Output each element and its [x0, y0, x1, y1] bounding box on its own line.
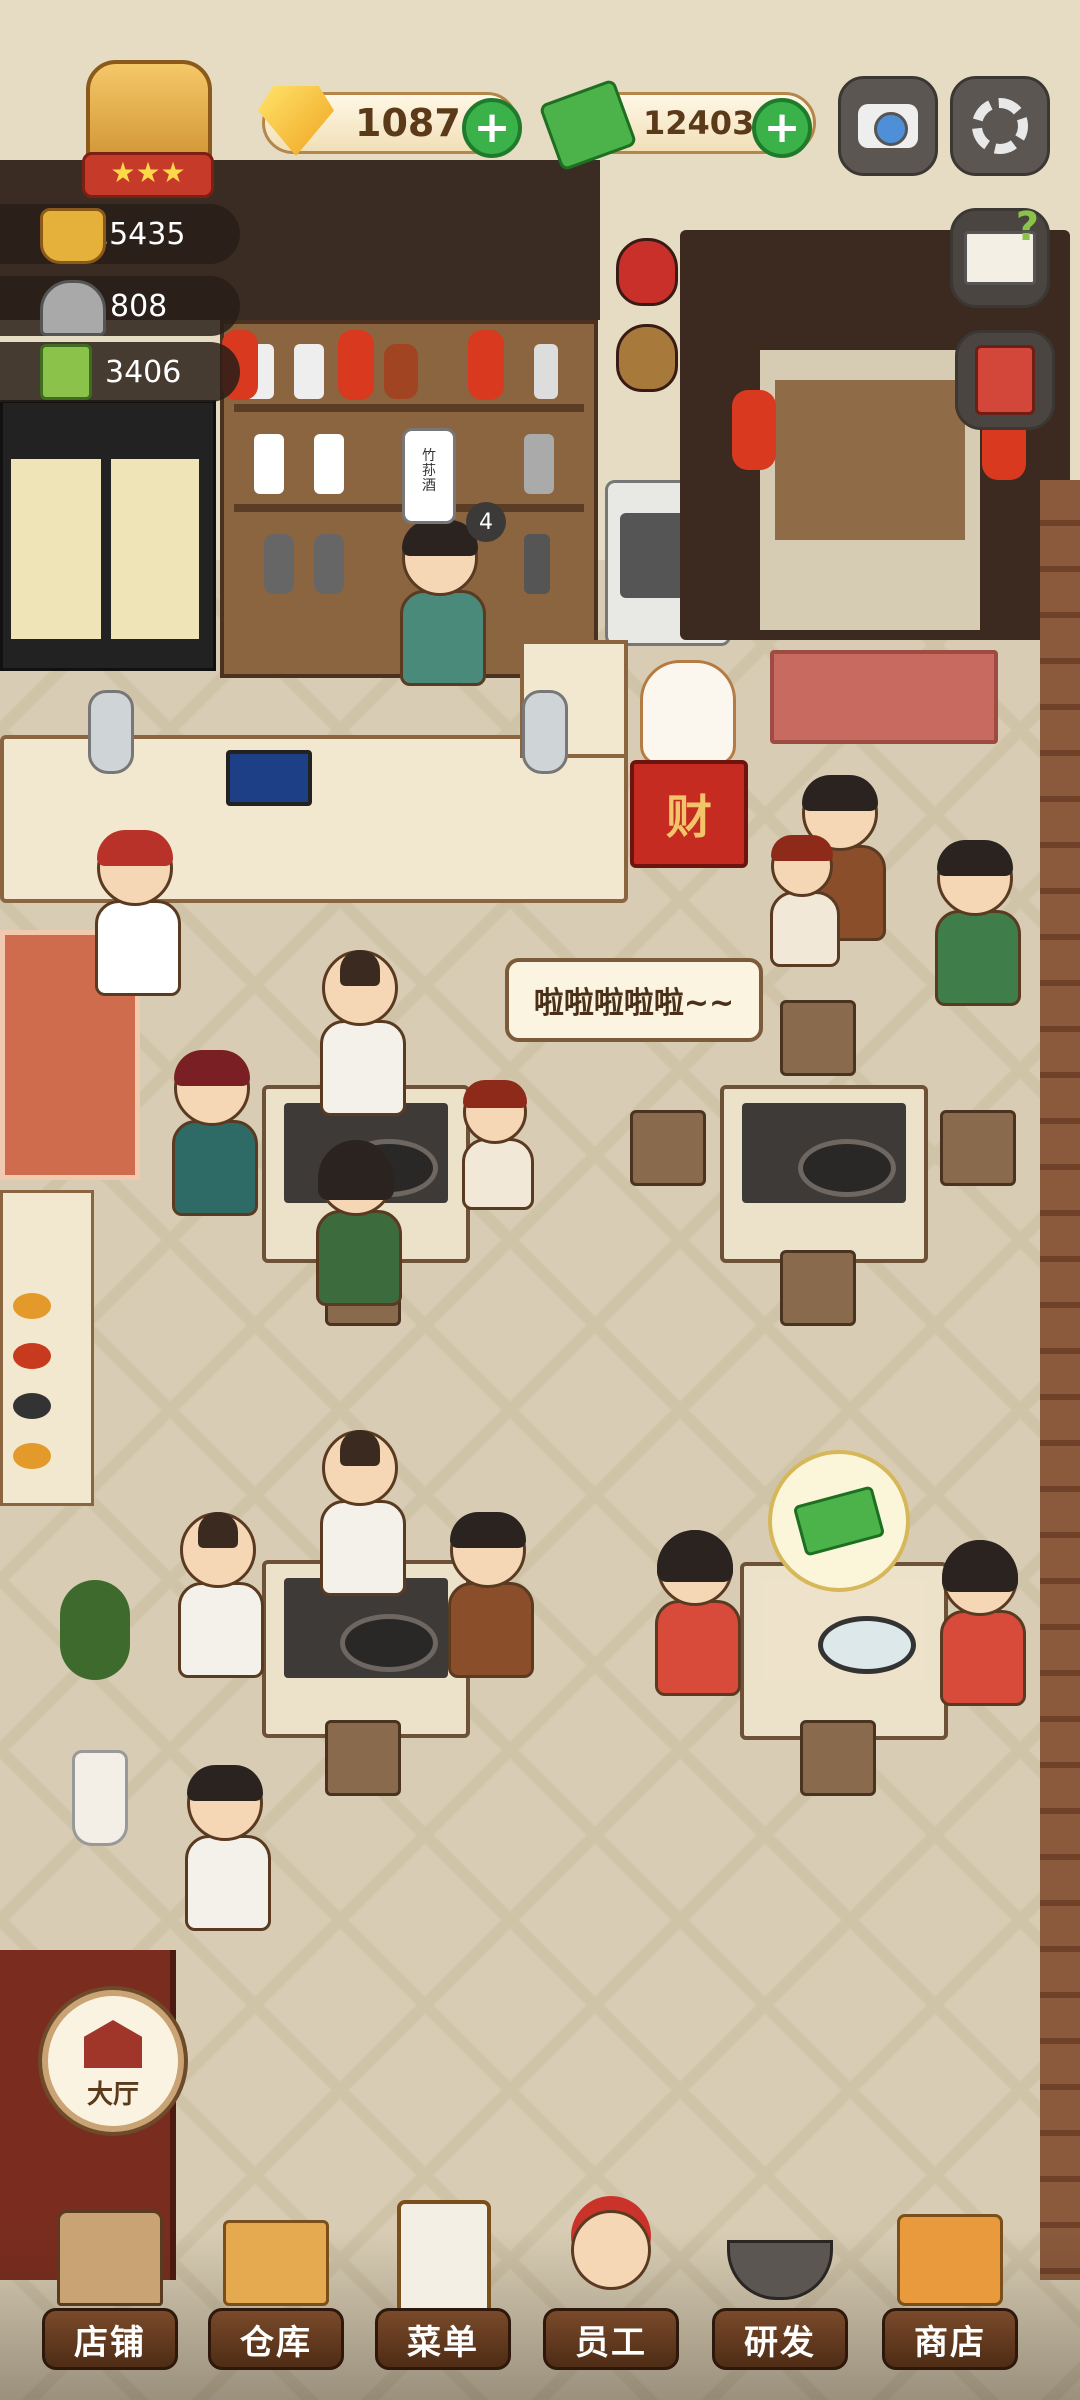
recipe-book-button[interactable]: [955, 330, 1055, 430]
chair: [940, 1110, 1016, 1186]
customer[interactable]: [935, 840, 1021, 1006]
shop-house-icon: [57, 2210, 163, 2306]
customer[interactable]: [172, 1050, 258, 1216]
lantern-icon: [338, 330, 374, 400]
plant-pot: [72, 1750, 128, 1846]
nav-staff[interactable]: 员工: [543, 2200, 679, 2370]
help-book-icon: ?: [964, 204, 1039, 285]
customer[interactable]: [320, 950, 406, 1116]
fortune-stand: 财: [630, 760, 748, 868]
nav-label: 仓库: [240, 2322, 312, 2363]
chair: [780, 1000, 856, 1076]
prep-counter: [0, 1190, 94, 1506]
nav-label: 商店: [914, 2322, 986, 2363]
nav-warehouse[interactable]: 仓库: [208, 2200, 344, 2370]
warehouse-boxes-icon: [223, 2220, 329, 2306]
cash-bundle-icon: [792, 1485, 886, 1557]
hall-button-label: 大厅: [86, 2080, 139, 2110]
nav-store[interactable]: 商店: [882, 2200, 1018, 2370]
stat-value: 808: [110, 288, 168, 324]
fortune-sign-text: 财: [666, 790, 712, 844]
camera-icon: [858, 104, 918, 148]
menu-book-icon: [40, 344, 92, 400]
waiter[interactable]: [95, 830, 181, 996]
payment-ready-bubble[interactable]: [768, 1450, 910, 1592]
bottle-request-bubble[interactable]: 竹 荪 酒: [402, 428, 456, 524]
chair: [800, 1720, 876, 1796]
add-cash-label: +: [763, 102, 801, 153]
add-diamonds-label: +: [473, 102, 511, 153]
customer[interactable]: [320, 1430, 406, 1596]
dining-table[interactable]: [720, 1085, 928, 1263]
nav-label: 菜单: [407, 2322, 479, 2363]
bottle-count-text: 4: [479, 509, 493, 535]
bonsai-plant: [60, 1580, 130, 1680]
nav-menu[interactable]: 菜单: [375, 2200, 511, 2370]
store-stall-icon: [897, 2214, 1003, 2306]
hall-building-icon: [84, 2020, 142, 2068]
customer[interactable]: [940, 1540, 1026, 1706]
chair: [630, 1110, 706, 1186]
customer[interactable]: [448, 1512, 534, 1678]
stat-value: 3406: [105, 354, 182, 390]
door-mat: [770, 650, 998, 744]
nav-label: 店铺: [74, 2322, 146, 2363]
vase-icon: [522, 690, 568, 774]
settings-button[interactable]: [950, 76, 1050, 176]
add-diamonds-button[interactable]: +: [462, 98, 522, 158]
customer-child[interactable]: [770, 835, 840, 967]
customer-child[interactable]: [462, 1080, 534, 1210]
stat-row-hotpot: 15435: [0, 204, 240, 264]
lucky-cat: [640, 660, 736, 766]
speech-bubble: 啦啦啦啦啦~~: [505, 958, 763, 1042]
hall-button[interactable]: 大厅: [42, 1990, 184, 2132]
bottle-count-badge: 4: [466, 502, 506, 542]
waitress[interactable]: [185, 1765, 271, 1931]
nav-label: 研发: [744, 2322, 816, 2363]
customer[interactable]: [655, 1530, 741, 1696]
tablet-icon: [226, 750, 312, 806]
speech-bubble-text: 啦啦啦啦啦~~: [533, 986, 735, 1021]
nav-shop-building[interactable]: 店铺: [42, 2200, 178, 2370]
nav-research[interactable]: 研发: [712, 2200, 848, 2370]
vase-icon: [88, 690, 134, 774]
chair: [325, 1720, 401, 1796]
add-cash-button[interactable]: +: [752, 98, 812, 158]
stat-row-cloche: 808: [0, 276, 240, 336]
opera-mask-red-icon: [616, 238, 678, 306]
bottle-label: 竹 荪 酒: [422, 448, 436, 494]
right-eaves: [1040, 480, 1080, 2280]
camera-button[interactable]: [838, 76, 938, 176]
cloche-icon: [40, 280, 106, 336]
bar-staff[interactable]: [400, 520, 486, 686]
drinks-fridge: [0, 400, 216, 671]
nav-label: 员工: [575, 2322, 647, 2363]
lantern-icon: [468, 330, 504, 400]
clipboard-menu-icon: [397, 2200, 491, 2318]
rank-badge[interactable]: ★★★: [50, 60, 240, 198]
customer[interactable]: [316, 1140, 402, 1306]
lantern-icon: [732, 390, 776, 470]
chair: [780, 1250, 856, 1326]
stat-row-menu: 3406: [0, 342, 240, 402]
rank-stars: ★★★: [82, 152, 214, 198]
staff-chef-icon: [571, 2210, 651, 2290]
guide-button[interactable]: ?: [950, 204, 1050, 308]
customer[interactable]: [178, 1512, 264, 1678]
wok-research-icon: [727, 2240, 833, 2300]
opera-mask-brown-icon: [616, 324, 678, 392]
diamond-count: 1087: [355, 101, 461, 145]
gear-icon: [972, 98, 1028, 154]
red-book-icon: [975, 345, 1035, 415]
hotpot-icon: [40, 208, 106, 264]
